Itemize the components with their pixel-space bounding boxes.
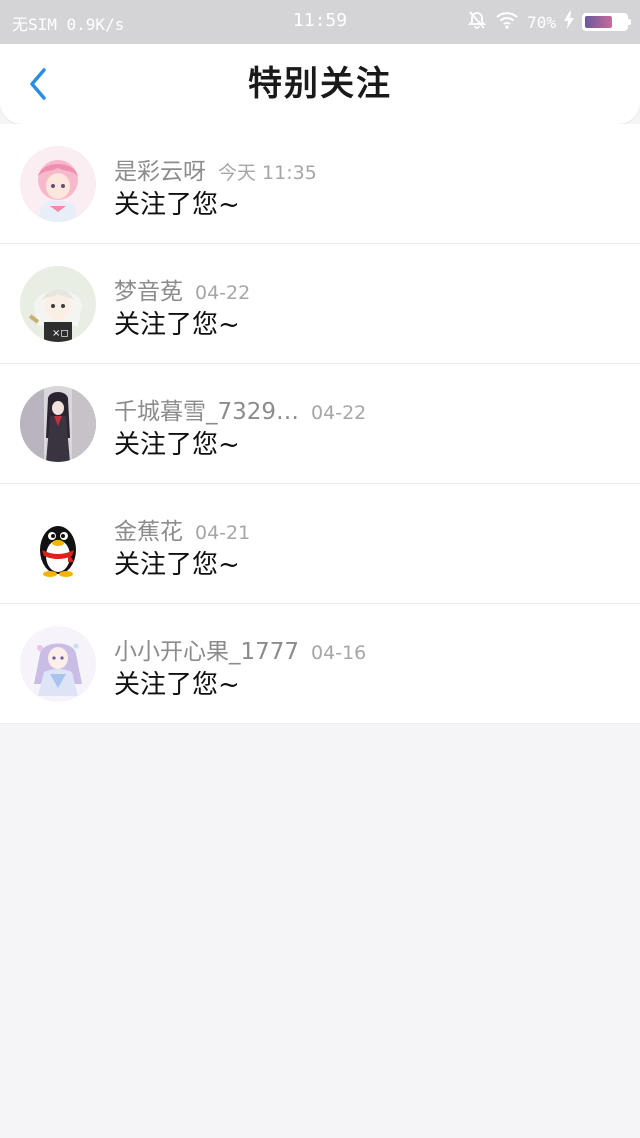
message-text: 关注了您~ <box>114 670 240 700</box>
nav-header: 特别关注 <box>0 44 640 124</box>
list-item[interactable]: 金蕉花 04-21 关注了您~ <box>0 484 640 604</box>
user-name: 千城暮雪_7329… <box>114 399 300 425</box>
battery-percent: 70% <box>527 12 556 32</box>
user-name: 小小开心果_1777 <box>114 639 300 665</box>
timestamp: 04-16 <box>311 642 367 664</box>
list-item[interactable]: 千城暮雪_7329… 04-22 关注了您~ <box>0 364 640 484</box>
anime-pink-hair-avatar <box>20 146 96 222</box>
charging-icon <box>564 11 574 33</box>
user-name: 梦音莬 <box>114 279 183 305</box>
avatar[interactable]: ×◻ <box>20 266 96 342</box>
avatar[interactable] <box>20 386 96 462</box>
qq-penguin-avatar <box>20 506 96 582</box>
list-item[interactable]: 小小开心果_1777 04-16 关注了您~ <box>0 604 640 724</box>
notification-list: 是彩云呀 今天 11:35 关注了您~ ×◻ 梦音莬 04-22 关注了您~ 千… <box>0 124 640 724</box>
status-icons: 70% <box>467 8 631 36</box>
avatar[interactable] <box>20 146 96 222</box>
message-text: 关注了您~ <box>114 550 240 580</box>
page-title: 特别关注 <box>248 64 392 104</box>
status-bar: 无SIM 0.9K/s 11:59 70% <box>0 0 640 44</box>
wifi-icon <box>495 11 519 33</box>
anime-white-hair-avatar: ×◻ <box>20 266 96 342</box>
timestamp: 04-22 <box>195 282 251 304</box>
avatar[interactable] <box>20 506 96 582</box>
message-text: 关注了您~ <box>114 430 240 460</box>
battery-icon <box>582 13 631 31</box>
chevron-left-icon <box>30 68 46 100</box>
back-button[interactable] <box>18 64 58 104</box>
message-text: 关注了您~ <box>114 310 240 340</box>
user-name: 是彩云呀 <box>114 159 206 185</box>
list-item[interactable]: 是彩云呀 今天 11:35 关注了您~ <box>0 124 640 244</box>
anime-dark-figure-avatar <box>20 386 96 462</box>
timestamp: 今天 11:35 <box>218 162 317 184</box>
timestamp: 04-22 <box>311 402 367 424</box>
message-text: 关注了您~ <box>114 190 240 220</box>
svg-text:×◻: ×◻ <box>52 328 69 339</box>
anime-lavender-avatar <box>20 626 96 702</box>
avatar[interactable] <box>20 626 96 702</box>
mute-bell-icon <box>467 10 487 34</box>
timestamp: 04-21 <box>195 522 251 544</box>
user-name: 金蕉花 <box>114 519 183 545</box>
list-item[interactable]: ×◻ 梦音莬 04-22 关注了您~ <box>0 244 640 364</box>
